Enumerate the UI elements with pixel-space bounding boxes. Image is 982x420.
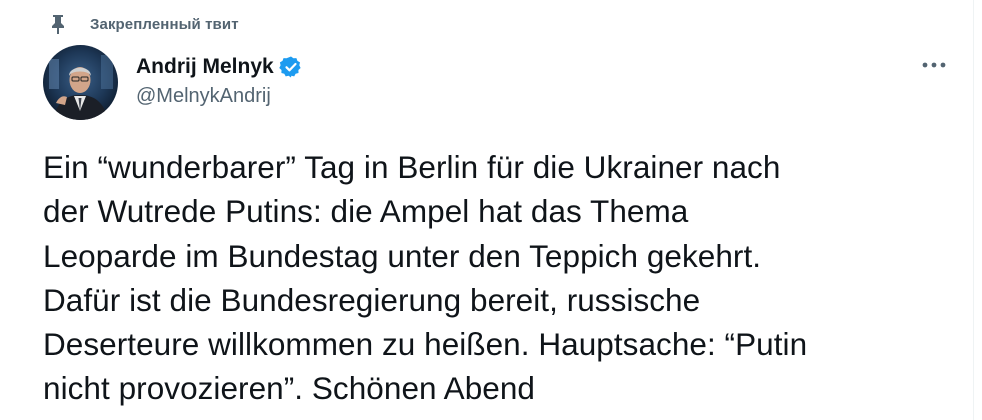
author-handle[interactable]: @MelnykAndrij — [136, 85, 303, 108]
avatar-image — [43, 45, 118, 120]
tweet-text-line: nicht provozieren”. Schönen Abend — [43, 370, 535, 407]
tweet-text-line: Deserteure willkommen zu heißen. Hauptsa… — [43, 326, 808, 363]
pin-icon — [52, 15, 64, 34]
tweet-card: Закрепленный твит Andrij Melnyk @MelnykA… — [0, 0, 974, 420]
tweet-text-line: Dafür ist die Bundesregierung bereit, ru… — [43, 281, 701, 318]
author-name-row: Andrij Melnyk — [136, 54, 303, 80]
author-info: Andrij Melnyk @MelnykAndrij — [136, 54, 303, 108]
tweet-text-line: der Wutrede Putins: die Ampel hat das Th… — [43, 193, 689, 230]
tweet-text-line: Ein “wunderbarer” Tag in Berlin für die … — [43, 149, 781, 185]
more-options-button[interactable] — [914, 50, 954, 80]
tweet-text-line: Leoparde im Bundestag unter den Teppich … — [43, 237, 762, 274]
more-icon — [922, 62, 946, 68]
pinned-label: Закрепленный твит — [90, 15, 239, 33]
verified-badge-icon — [279, 56, 301, 78]
tweet-text: Ein “wunderbarer” Tag in Berlin für die … — [43, 145, 953, 411]
author-display-name[interactable]: Andrij Melnyk — [136, 55, 274, 79]
avatar[interactable] — [43, 45, 118, 120]
pinned-indicator: Закрепленный твит — [50, 12, 239, 36]
